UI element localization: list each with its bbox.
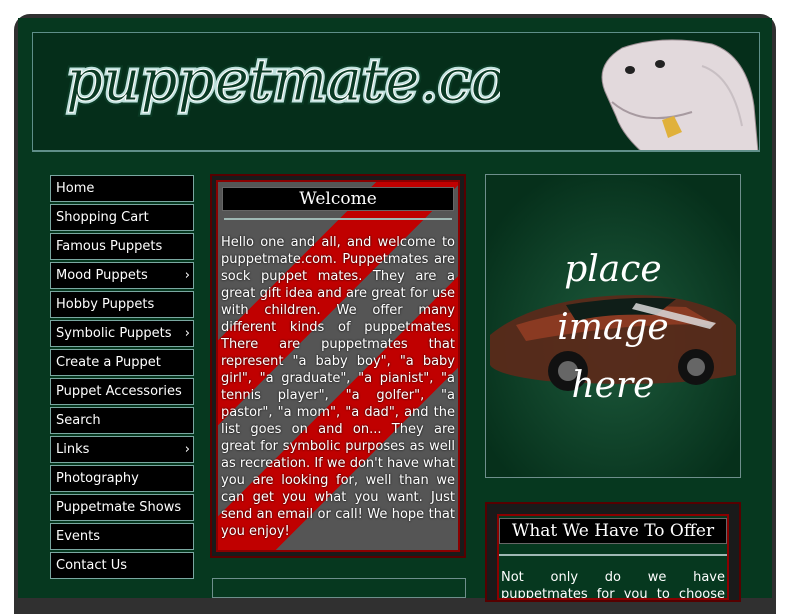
offer-divider xyxy=(499,554,727,556)
chevron-right-icon: › xyxy=(184,442,190,457)
nav-label: Events xyxy=(56,529,101,544)
nav-item-famous-puppets[interactable]: Famous Puppets xyxy=(50,233,194,260)
chevron-right-icon: › xyxy=(184,326,190,341)
nav-label: Contact Us xyxy=(56,558,127,573)
placeholder-line-2: image xyxy=(557,307,669,348)
nav-label: Mood Puppets xyxy=(56,268,148,283)
offer-body: Not only do we have puppetmates for you … xyxy=(501,570,725,600)
nav-label: Photography xyxy=(56,471,139,486)
sock-puppet-image xyxy=(601,39,759,152)
secondary-panel xyxy=(212,578,466,598)
nav-item-puppet-accessories[interactable]: Puppet Accessories xyxy=(50,378,194,405)
site-logo[interactable]: puppetmate.com puppetmate.com puppetmate… xyxy=(60,38,501,138)
nav-label: Home xyxy=(56,181,95,196)
nav-item-hobby-puppets[interactable]: Hobby Puppets xyxy=(50,291,194,318)
nav-item-events[interactable]: Events xyxy=(50,523,194,550)
welcome-divider xyxy=(224,218,452,220)
nav-label: Shopping Cart xyxy=(56,210,149,225)
nav-label: Famous Puppets xyxy=(56,239,163,254)
placeholder-line-1: place xyxy=(564,249,662,290)
welcome-panel-inner: Welcome Hello one and all, and welcome t… xyxy=(216,180,460,552)
nav-label: Create a Puppet xyxy=(56,355,161,370)
welcome-title: Welcome xyxy=(222,187,454,211)
nav-item-photography[interactable]: Photography xyxy=(50,465,194,492)
nav-item-links[interactable]: Links › xyxy=(50,436,194,463)
welcome-panel: Welcome Hello one and all, and welcome t… xyxy=(210,174,466,558)
nav-label: Hobby Puppets xyxy=(56,297,155,312)
nav-item-contact-us[interactable]: Contact Us xyxy=(50,552,194,579)
offer-panel-inner: What We Have To Offer Not only do we hav… xyxy=(497,514,729,600)
nav-label: Links xyxy=(56,442,90,457)
logo-text: puppetmate.com xyxy=(66,46,500,114)
chevron-right-icon: › xyxy=(184,268,190,283)
nav-label: Symbolic Puppets xyxy=(56,326,172,341)
sidebar-nav: Home Shopping Cart Famous Puppets Mood P… xyxy=(50,175,194,581)
nav-item-shopping-cart[interactable]: Shopping Cart xyxy=(50,204,194,231)
nav-label: Search xyxy=(56,413,101,428)
nav-item-symbolic-puppets[interactable]: Symbolic Puppets › xyxy=(50,320,194,347)
nav-item-mood-puppets[interactable]: Mood Puppets › xyxy=(50,262,194,289)
nav-label: Puppet Accessories xyxy=(56,384,182,399)
header-divider xyxy=(32,150,760,152)
nav-item-home[interactable]: Home xyxy=(50,175,194,202)
nav-item-puppetmate-shows[interactable]: Puppetmate Shows xyxy=(50,494,194,521)
offer-panel: What We Have To Offer Not only do we hav… xyxy=(485,502,741,602)
placeholder-line-3: here xyxy=(571,365,655,406)
welcome-body: Hello one and all, and welcome to puppet… xyxy=(221,235,455,539)
nav-item-search[interactable]: Search xyxy=(50,407,194,434)
nav-label: Puppetmate Shows xyxy=(56,500,182,515)
image-placeholder: place image here xyxy=(485,174,741,478)
offer-title: What We Have To Offer xyxy=(499,518,727,544)
nav-item-create-a-puppet[interactable]: Create a Puppet xyxy=(50,349,194,376)
